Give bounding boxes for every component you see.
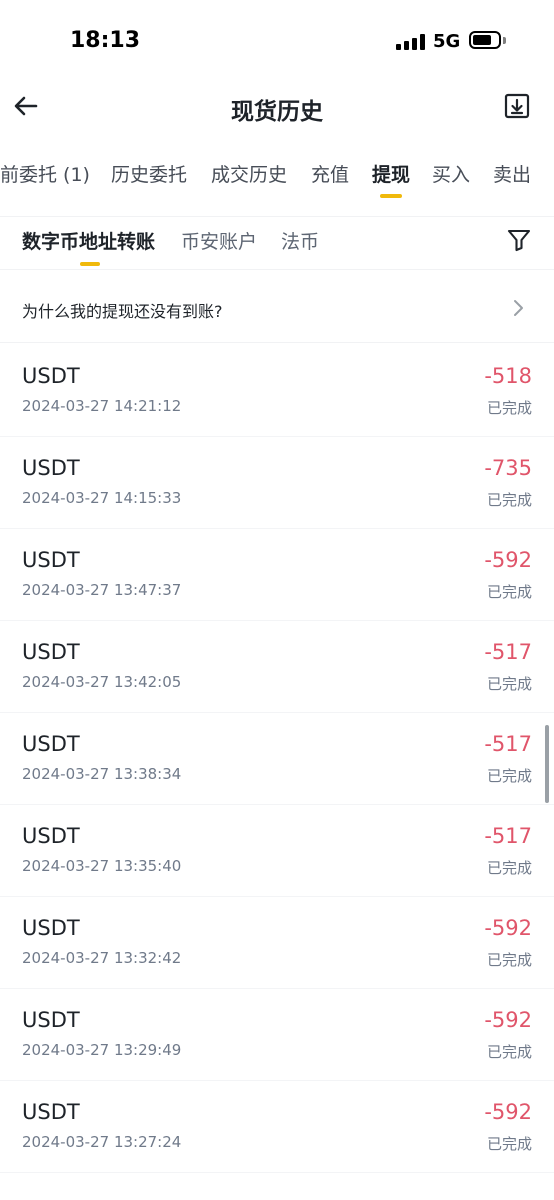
timestamp: 2024-03-27 13:42:05 [22,673,182,691]
status-bar: 18:13 5G [0,0,554,80]
status-label: 已完成 [486,951,532,969]
sub-tabs: 数字币地址转账 币安账户 法币 [0,216,554,270]
list-item[interactable]: USDT 2024-03-27 13:29:49 -592 已完成 [0,989,554,1081]
amount: -517 [484,640,532,664]
subtab-crypto-address-transfer[interactable]: 数字币地址转账 [22,227,155,254]
download-button[interactable] [503,92,531,120]
coin-name: USDT [22,640,80,664]
coin-name: USDT [22,824,80,848]
timestamp: 2024-03-27 13:35:40 [22,857,182,875]
tab-withdraw[interactable]: 提现 [372,160,410,187]
coin-name: USDT [22,456,80,480]
download-icon [504,93,530,119]
header: 现货历史 [0,80,554,136]
coin-name: USDT [22,1008,80,1032]
list-item[interactable]: USDT 2024-03-27 13:35:40 -517 已完成 [0,805,554,897]
amount: -517 [484,732,532,756]
status-label: 已完成 [486,491,532,509]
coin-name: USDT [22,1100,80,1124]
list-item[interactable]: USDT 2024-03-27 14:15:33 -735 已完成 [0,437,554,529]
tab-open-orders[interactable]: 前委托 (1) [0,160,90,187]
withdrawal-list: USDT 2024-03-27 14:21:12 -518 已完成 USDT 2… [0,345,554,1173]
chevron-right-icon [514,300,523,316]
status-time: 18:13 [70,28,141,53]
battery-tip [503,37,506,44]
network-type: 5G [433,31,461,52]
list-item[interactable]: USDT 2024-03-27 13:38:34 -517 已完成 [0,713,554,805]
amount: -735 [484,456,532,480]
active-subtab-indicator [80,262,100,266]
list-item[interactable]: USDT 2024-03-27 13:47:37 -592 已完成 [0,529,554,621]
amount: -518 [484,364,532,388]
amount: -592 [484,548,532,572]
subtab-binance-account[interactable]: 币安账户 [181,227,257,254]
notice-text: 为什么我的提现还没有到账? [22,302,223,321]
list-item[interactable]: USDT 2024-03-27 13:27:24 -592 已完成 [0,1081,554,1173]
amount: -592 [484,1100,532,1124]
timestamp: 2024-03-27 14:15:33 [22,489,182,507]
status-label: 已完成 [486,859,532,877]
tab-order-history[interactable]: 历史委托 [111,160,187,187]
coin-name: USDT [22,732,80,756]
filter-button[interactable] [506,227,532,253]
page-title: 现货历史 [231,99,323,125]
timestamp: 2024-03-27 13:29:49 [22,1041,182,1059]
list-item[interactable]: USDT 2024-03-27 13:32:42 -592 已完成 [0,897,554,989]
timestamp: 2024-03-27 13:47:37 [22,581,182,599]
timestamp: 2024-03-27 14:21:12 [22,397,182,415]
tab-deposit[interactable]: 充值 [311,160,349,187]
battery-icon [469,31,501,49]
scrollbar[interactable] [545,725,549,803]
status-label: 已完成 [486,675,532,693]
list-item[interactable]: USDT 2024-03-27 14:21:12 -518 已完成 [0,345,554,437]
amount: -517 [484,824,532,848]
filter-icon [507,229,531,252]
coin-name: USDT [22,916,80,940]
tab-sell[interactable]: 卖出 [493,160,531,187]
signal-icon [396,33,425,50]
amount: -592 [484,916,532,940]
coin-name: USDT [22,364,80,388]
active-tab-indicator [380,194,402,198]
timestamp: 2024-03-27 13:32:42 [22,949,182,967]
status-label: 已完成 [486,767,532,785]
timestamp: 2024-03-27 13:38:34 [22,765,182,783]
tab-trade-history[interactable]: 成交历史 [211,160,287,187]
timestamp: 2024-03-27 13:27:24 [22,1133,182,1151]
subtab-fiat[interactable]: 法币 [281,227,319,254]
main-tabs: 前委托 (1) 历史委托 成交历史 充值 提现 买入 卖出 [0,150,554,200]
status-label: 已完成 [486,1043,532,1061]
list-item[interactable]: USDT 2024-03-27 13:42:05 -517 已完成 [0,621,554,713]
tab-buy[interactable]: 买入 [432,160,470,187]
withdrawal-not-arrived-link[interactable]: 为什么我的提现还没有到账? [0,270,554,343]
status-label: 已完成 [486,399,532,417]
status-label: 已完成 [486,583,532,601]
status-label: 已完成 [486,1135,532,1153]
amount: -592 [484,1008,532,1032]
coin-name: USDT [22,548,80,572]
